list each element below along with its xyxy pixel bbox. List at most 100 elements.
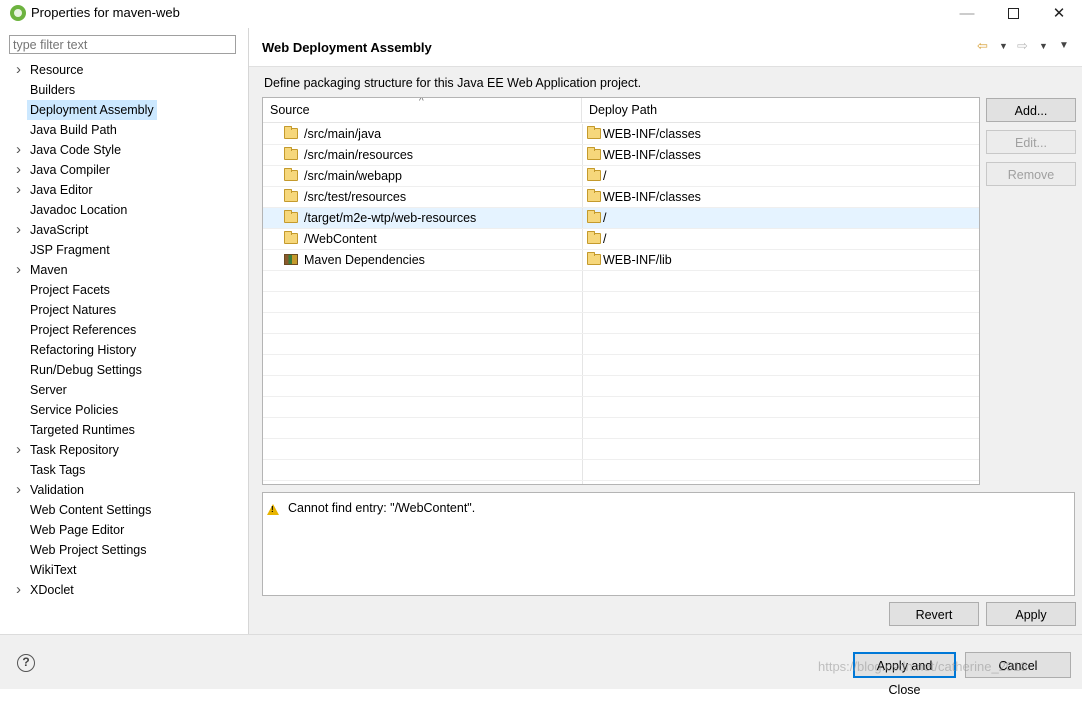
tree-item-java-code-style[interactable]: › Java Code Style [0, 140, 248, 160]
tree-item-validation[interactable]: › Validation [0, 480, 248, 500]
warning-message: Cannot find entry: "/WebContent". [288, 501, 476, 515]
empty-cell [263, 418, 583, 438]
tree-item-label: Java Editor [30, 183, 93, 197]
filter-input[interactable] [9, 35, 236, 54]
apply-and-close-button[interactable]: Apply and Close [853, 652, 956, 697]
expand-chevron-icon[interactable]: › [16, 220, 26, 240]
apply-button[interactable]: Apply [986, 602, 1076, 626]
column-header-source[interactable]: Source ^ [263, 98, 582, 123]
source-cell: /src/main/java [263, 124, 583, 144]
page-header: Web Deployment Assembly ⇦ ▼ ⇨ ▼ ▼ [249, 28, 1082, 67]
tree-item-task-tags[interactable]: Task Tags [0, 460, 248, 480]
tree-item-project-natures[interactable]: Project Natures [0, 300, 248, 320]
tree-item-jsp-fragment[interactable]: JSP Fragment [0, 240, 248, 260]
tree-item-resource[interactable]: › Resource [0, 60, 248, 80]
tree-item-label: Service Policies [30, 403, 119, 417]
help-icon[interactable]: ? [17, 654, 35, 672]
tree-item-task-repository[interactable]: › Task Repository [0, 440, 248, 460]
expand-chevron-icon[interactable]: › [16, 580, 26, 600]
expand-chevron-icon[interactable]: › [16, 160, 26, 180]
tree-item-builders[interactable]: Builders [0, 80, 248, 100]
deployment-table: Source ^ Deploy Path /src/main/java WEB-I… [262, 97, 980, 485]
empty-cell [582, 397, 979, 417]
source-path: Maven Dependencies [304, 253, 425, 267]
empty-table-row [263, 439, 979, 460]
source-path: /src/main/resources [304, 148, 414, 162]
tree-item-deployment-assembly[interactable]: Deployment Assembly [0, 100, 248, 120]
tree-item-java-compiler[interactable]: › Java Compiler [0, 160, 248, 180]
view-menu-icon[interactable]: ▼ [1059, 40, 1069, 51]
table-row[interactable]: /target/m2e-wtp/web-resources / [263, 208, 979, 229]
empty-cell [582, 313, 979, 333]
tree-item-java-build-path[interactable]: Java Build Path [0, 120, 248, 140]
empty-cell [263, 292, 583, 312]
maximize-button[interactable] [990, 0, 1036, 26]
tree-item-javascript[interactable]: › JavaScript [0, 220, 248, 240]
cancel-button[interactable]: Cancel [965, 652, 1071, 678]
column-header-deploy-path[interactable]: Deploy Path [582, 98, 979, 123]
deploy-path-cell: WEB-INF/lib [582, 250, 979, 270]
table-row[interactable]: /src/main/java WEB-INF/classes [263, 124, 979, 145]
tree-item-web-page-editor[interactable]: Web Page Editor [0, 520, 248, 540]
tree-item-run-debug-settings[interactable]: Run/Debug Settings [0, 360, 248, 380]
close-button[interactable]: ✕ [1036, 0, 1082, 26]
empty-table-row [263, 418, 979, 439]
table-row[interactable]: Maven Dependencies WEB-INF/lib [263, 250, 979, 271]
tree-item-label: XDoclet [30, 583, 74, 597]
empty-cell [263, 334, 583, 354]
tree-item-web-project-settings[interactable]: Web Project Settings [0, 540, 248, 560]
table-row[interactable]: /WebContent / [263, 229, 979, 250]
empty-cell [582, 292, 979, 312]
tree-item-label: Java Compiler [30, 163, 110, 177]
empty-table-row [263, 271, 979, 292]
tree-item-web-content-settings[interactable]: Web Content Settings [0, 500, 248, 520]
add-button[interactable]: Add... [986, 98, 1076, 122]
back-dropdown-icon[interactable]: ▼ [999, 41, 1008, 51]
expand-chevron-icon[interactable]: › [16, 260, 26, 280]
tree-item-server[interactable]: Server [0, 380, 248, 400]
tree-item-javadoc-location[interactable]: Javadoc Location [0, 200, 248, 220]
tree-item-project-facets[interactable]: Project Facets [0, 280, 248, 300]
tree-item-maven[interactable]: › Maven [0, 260, 248, 280]
tree-item-label: Targeted Runtimes [30, 423, 135, 437]
tree-item-java-editor[interactable]: › Java Editor [0, 180, 248, 200]
remove-button[interactable]: Remove [986, 162, 1076, 186]
empty-table-row [263, 397, 979, 418]
empty-cell [582, 355, 979, 375]
back-arrow-icon[interactable]: ⇦ [977, 38, 988, 54]
table-row[interactable]: /src/main/webapp / [263, 166, 979, 187]
source-cell: /src/main/resources [263, 145, 583, 165]
expand-chevron-icon[interactable]: › [16, 140, 26, 160]
empty-cell [263, 376, 583, 396]
minimize-button[interactable]: — [944, 0, 990, 26]
expand-chevron-icon[interactable]: › [16, 480, 26, 500]
tree-item-label: Validation [30, 483, 84, 497]
forward-arrow-icon[interactable]: ⇨ [1017, 38, 1028, 54]
edit-button[interactable]: Edit... [986, 130, 1076, 154]
tree-item-xdoclet[interactable]: › XDoclet [0, 580, 248, 600]
folder-icon [284, 168, 298, 181]
table-row[interactable]: /src/test/resources WEB-INF/classes [263, 187, 979, 208]
tree-item-project-references[interactable]: Project References [0, 320, 248, 340]
table-row[interactable]: /src/main/resources WEB-INF/classes [263, 145, 979, 166]
tree-item-wikitext[interactable]: WikiText [0, 560, 248, 580]
empty-table-row [263, 334, 979, 355]
tree-item-refactoring-history[interactable]: Refactoring History [0, 340, 248, 360]
empty-cell [263, 481, 583, 484]
forward-dropdown-icon[interactable]: ▼ [1039, 41, 1048, 51]
deploy-path: / [603, 232, 607, 246]
tree-item-label: Web Project Settings [30, 543, 147, 557]
empty-cell [263, 460, 583, 480]
tree-item-label: Javadoc Location [30, 203, 128, 217]
tree-item-targeted-runtimes[interactable]: Targeted Runtimes [0, 420, 248, 440]
empty-cell [582, 439, 979, 459]
tree-item-label: Task Repository [30, 443, 119, 457]
empty-table-row [263, 292, 979, 313]
revert-button[interactable]: Revert [889, 602, 979, 626]
folder-icon [284, 147, 298, 160]
warning-icon [267, 504, 279, 515]
expand-chevron-icon[interactable]: › [16, 60, 26, 80]
tree-item-service-policies[interactable]: Service Policies [0, 400, 248, 420]
expand-chevron-icon[interactable]: › [16, 180, 26, 200]
expand-chevron-icon[interactable]: › [16, 440, 26, 460]
